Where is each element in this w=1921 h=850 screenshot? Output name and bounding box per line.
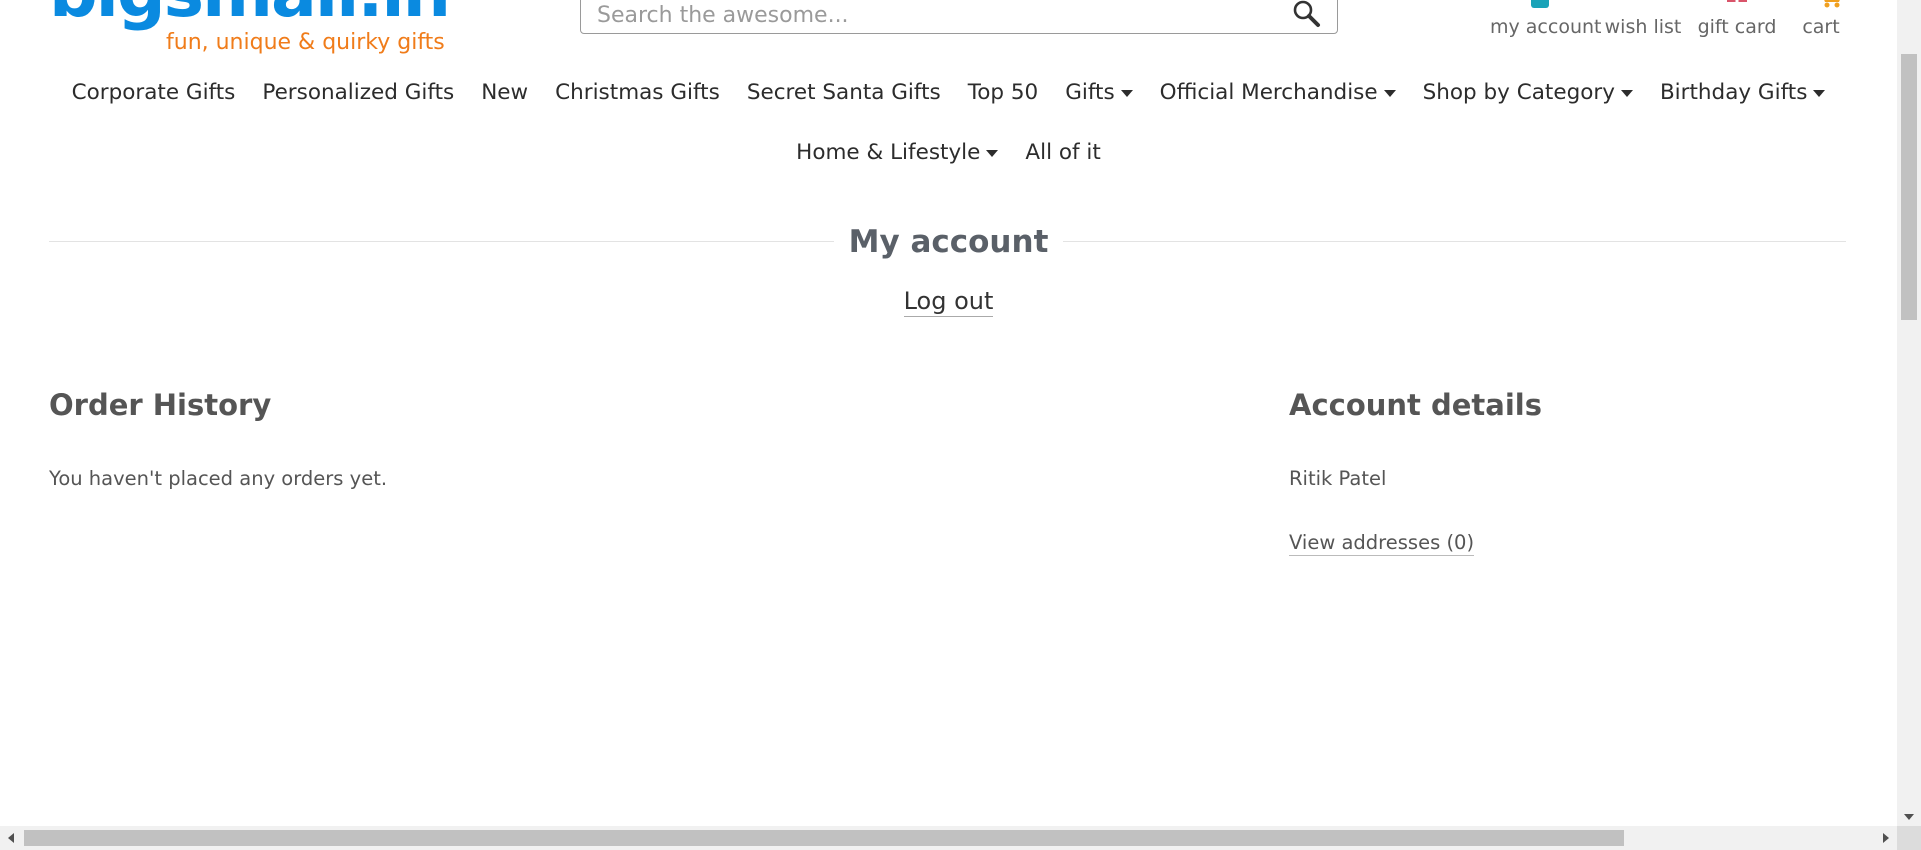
horizontal-scroll-thumb[interactable] [24,830,1624,846]
nav-all-of-it[interactable]: All of it [1025,140,1100,165]
nav-label: Christmas Gifts [555,80,720,105]
caret-down-icon [1383,90,1396,97]
cart-icon [1809,0,1847,15]
caret-down-icon [986,150,999,157]
main-nav-row-1: Corporate Gifts Personalized Gifts New C… [0,80,1897,105]
vertical-scrollbar[interactable] [1897,0,1921,826]
scroll-down-arrow-icon[interactable] [1904,814,1914,820]
nav-label: New [481,80,529,105]
my-account-label: my account [1490,16,1602,38]
caret-down-icon [1620,90,1633,97]
nav-home-lifestyle[interactable]: Home & Lifestyle [796,140,999,165]
page: bigsmall.in fun, unique & quirky gifts m… [0,0,1897,826]
cart-label: cart [1802,16,1840,38]
search-button[interactable] [1291,0,1321,28]
nav-new[interactable]: New [481,80,528,105]
nav-corporate-gifts[interactable]: Corporate Gifts [72,80,236,105]
nav-christmas-gifts[interactable]: Christmas Gifts [555,80,720,105]
nav-birthday-gifts[interactable]: Birthday Gifts [1659,80,1826,105]
vertical-scroll-thumb[interactable] [1901,54,1917,320]
nav-shop-by-category[interactable]: Shop by Category [1423,80,1633,105]
nav-label: Shop by Category [1422,80,1615,105]
nav-gifts[interactable]: Gifts [1065,80,1133,105]
nav-label: Official Merchandise [1159,80,1378,105]
nav-label: Gifts [1065,80,1115,105]
horizontal-scrollbar[interactable] [0,826,1897,850]
logo-tagline: fun, unique & quirky gifts [166,30,445,55]
nav-label: Home & Lifestyle [796,140,981,165]
gift-card-label: gift card [1697,16,1777,38]
caret-down-icon [1813,90,1826,97]
scrollbar-corner [1897,826,1921,850]
page-title-wrap: My account [0,222,1897,260]
order-history-heading: Order History [49,388,272,422]
account-name: Ritik Patel [1289,467,1387,490]
no-orders-message: You haven't placed any orders yet. [49,467,388,490]
nav-label: Personalized Gifts [262,80,455,105]
nav-label: Corporate Gifts [71,80,236,105]
view-addresses-link[interactable]: View addresses (0) [1289,531,1475,556]
logo-wordmark: bigsmall.in [49,0,451,28]
scroll-left-arrow-icon[interactable] [8,833,14,843]
scroll-right-arrow-icon[interactable] [1883,833,1889,843]
main-nav-row-2: Home & Lifestyle All of it [0,140,1897,165]
search-input[interactable] [595,0,1279,33]
wish-list-label: wish list [1604,16,1682,38]
gift-icon [1725,0,1749,13]
nav-top-50[interactable]: Top 50 [968,80,1038,105]
nav-label: Secret Santa Gifts [746,80,941,105]
nav-label: All of it [1025,140,1101,165]
account-details-heading: Account details [1289,388,1542,422]
user-icon [1531,0,1549,13]
logout-link[interactable]: Log out [903,287,994,317]
page-title: My account [833,224,1064,260]
nav-label: Birthday Gifts [1659,80,1808,105]
search-icon [1293,0,1320,27]
heart-icon [1631,0,1655,13]
nav-official-merchandise[interactable]: Official Merchandise [1160,80,1396,105]
nav-personalized-gifts[interactable]: Personalized Gifts [262,80,454,105]
nav-label: Top 50 [967,80,1039,105]
caret-down-icon [1120,90,1133,97]
site-logo[interactable]: bigsmall.in fun, unique & quirky gifts [49,0,451,60]
search-bar [580,0,1338,34]
logout-wrap: Log out [0,287,1897,317]
nav-secret-santa-gifts[interactable]: Secret Santa Gifts [747,80,941,105]
